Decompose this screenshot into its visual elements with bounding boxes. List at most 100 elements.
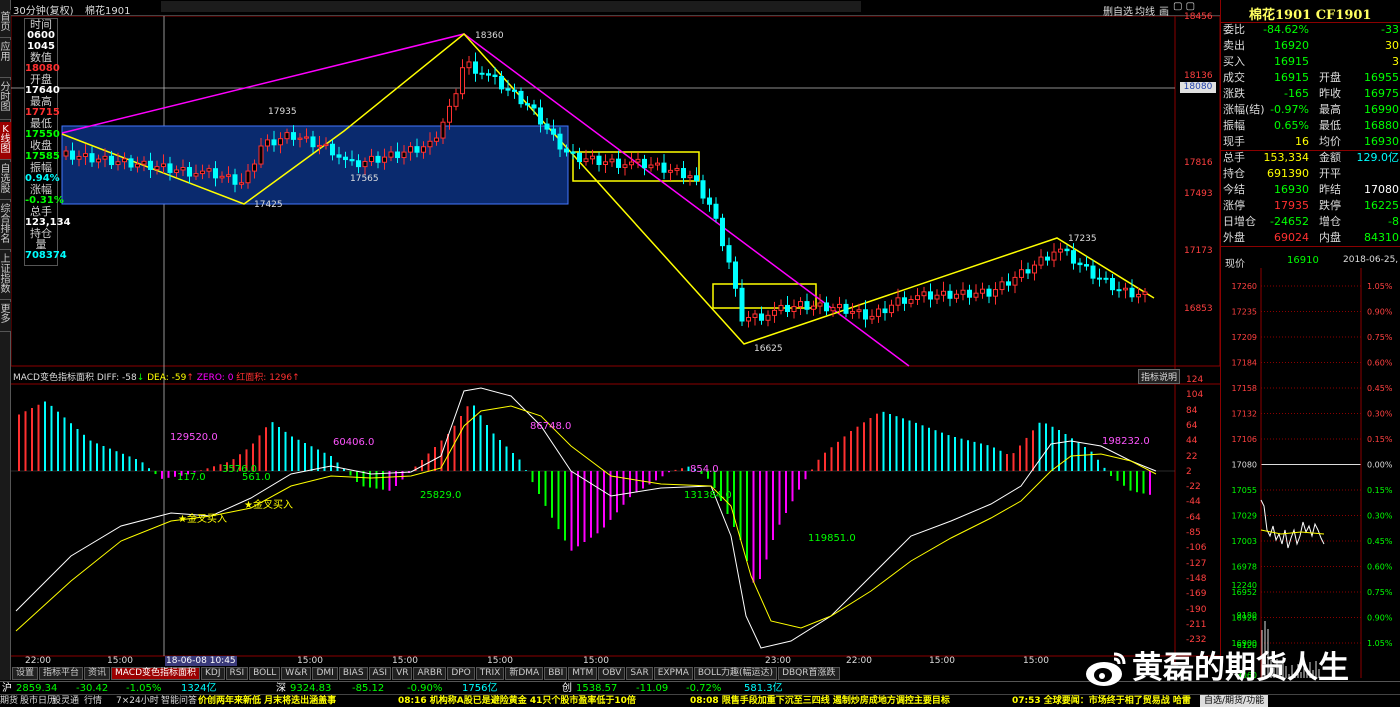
tab-watchlist[interactable]: 自选股 — [0, 162, 11, 200]
indicator-tab[interactable]: 设置 — [12, 667, 39, 680]
time-axis: 22:00 15:00 18-06-08 10:45 15:00 15:00 1… — [11, 656, 1211, 667]
quote-label: 最低 — [1319, 119, 1341, 132]
indicator-tab[interactable]: BBI — [544, 667, 568, 680]
indicator-tab[interactable]: ASI — [368, 667, 392, 680]
macd-area-label: 60406.0 — [333, 437, 375, 448]
mini-left-axis-label: 17158 — [1232, 384, 1257, 393]
indicator-tab[interactable]: MACD变色指标面积 — [111, 667, 201, 680]
candle-body — [427, 140, 433, 148]
news-ticker-item[interactable]: 07:53 全球要闻：市场终于相了贸易战 哈雷 — [1012, 695, 1191, 707]
mini-right-axis-label: 1.05% — [1367, 282, 1393, 291]
candle-body — [1045, 256, 1050, 261]
indicator-tab[interactable]: DPO — [447, 667, 475, 680]
quote-label: 增仓 — [1319, 215, 1341, 228]
indicator-tab[interactable]: W&R — [281, 667, 312, 680]
news-ticker-item[interactable]: 08:16 机构称A股已是避险黄金 41只个股市盈率低于10倍 — [398, 695, 636, 707]
intraday-mini-chart[interactable]: 17260 17235 17209 17184 17158 17132 17106 17080… — [1221, 268, 1400, 678]
info-value: 708374 — [25, 250, 67, 261]
info-label: 时间 — [30, 18, 52, 31]
tab-more[interactable]: 更多 — [0, 302, 11, 332]
indicator-tab[interactable]: DBQR首涨跌 — [778, 667, 840, 680]
tab-apps[interactable]: 应用 — [0, 40, 11, 78]
time-label: 15:00 — [487, 656, 513, 666]
candle-body — [635, 158, 641, 163]
indicator-tab[interactable]: RSI — [225, 667, 249, 680]
indicator-tab[interactable]: EXPMA — [653, 667, 693, 680]
quote-value: -165 — [1284, 87, 1309, 100]
indicator-help-button[interactable]: 指标说明 — [1138, 369, 1181, 384]
candle-body — [1110, 278, 1115, 291]
indicator-tab[interactable]: MTM — [568, 667, 598, 680]
indicator-tab[interactable]: SAR — [626, 667, 653, 680]
indicator-tab[interactable]: BOLL — [249, 667, 281, 680]
status-nav-item[interactable]: 7×24小时 — [116, 695, 159, 707]
candle-body — [980, 288, 985, 294]
candle-body — [694, 175, 699, 182]
tab-kline[interactable]: K线图 — [0, 122, 11, 160]
tab-sh-index[interactable]: 上证指数 — [0, 252, 11, 300]
quote-row: 今结 16930 昨结 17080 — [1223, 182, 1400, 198]
status-nav-item[interactable]: 期货 — [0, 695, 18, 707]
time-label: 22:00 — [846, 656, 872, 666]
candle-body — [798, 301, 803, 308]
tab-timeshare[interactable]: 分时图 — [0, 80, 11, 120]
candle-body — [830, 307, 836, 312]
indicator-tab[interactable]: BOLL力趣(幅运达) — [693, 667, 778, 680]
candle-body — [369, 155, 374, 162]
indicator-tab[interactable]: BIAS — [338, 667, 368, 680]
info-label: 收盘 — [30, 139, 52, 152]
quote-label: 持仓 — [1223, 167, 1245, 180]
quote-label: 涨跌 — [1223, 87, 1245, 100]
quote-row: 振幅 0.65% 最低 16880 — [1223, 118, 1400, 134]
macd-axis-label: -106 — [1186, 543, 1207, 554]
tab-ranking[interactable]: 综合排名 — [0, 202, 11, 250]
macd-axis-label: -127 — [1186, 558, 1207, 569]
indicator-tab[interactable]: 资讯 — [84, 667, 111, 680]
indicator-tab[interactable]: DMI — [312, 667, 338, 680]
quote-divider — [1221, 150, 1400, 151]
indicator-tab[interactable]: VR — [392, 667, 413, 680]
candle-body — [928, 291, 933, 300]
candle-body — [96, 158, 101, 163]
mini-left-axis-label: 17209 — [1232, 333, 1257, 342]
status-nav-item[interactable]: 股灵通 — [52, 695, 79, 707]
candle-body — [681, 168, 686, 179]
indicator-tab[interactable]: KDJ — [201, 667, 225, 680]
candle-body — [83, 153, 88, 157]
candle-body — [115, 161, 121, 166]
candle-body — [343, 156, 348, 161]
indicator-tab[interactable]: ARBR — [413, 667, 447, 680]
candle-body — [512, 89, 517, 92]
candle-body — [863, 309, 868, 320]
status-nav-item[interactable]: 智能问答 — [161, 695, 197, 707]
candle-body — [102, 155, 108, 160]
kline-chart[interactable] — [11, 16, 1220, 666]
candle-body — [876, 308, 881, 317]
tab-home[interactable]: 首页 — [0, 10, 11, 38]
indicator-tab[interactable]: 指标平台 — [39, 667, 84, 680]
quote-label: 昨结 — [1319, 183, 1341, 196]
candle-body — [811, 305, 816, 310]
indicator-tab[interactable]: 新DMA — [505, 667, 544, 680]
status-nav-item[interactable]: 行情 — [84, 695, 102, 707]
quote-row: 涨跌 -165 昨收 16975 — [1223, 86, 1400, 102]
macd-header: MACD变色指标面积 DIFF: -58↓ DEA: -59↑ ZERO: 0 … — [13, 373, 300, 383]
quote-value: 16930 — [1364, 135, 1399, 148]
candle-body — [317, 144, 322, 148]
candle-body — [746, 317, 751, 322]
status-nav-item[interactable]: 股市日历 — [20, 695, 56, 707]
candle-body — [570, 151, 576, 154]
macd-area-label: 198232.0 — [1102, 436, 1150, 447]
toolbar-arrow-icon[interactable]: ▢ ▢ — [1173, 1, 1195, 12]
candle-body — [538, 107, 543, 125]
indicator-tab[interactable]: TRIX — [475, 667, 505, 680]
news-ticker-item[interactable]: 08:08 限售手段加重下沉至三四线 遏制炒房成地方调控主要目标 — [690, 695, 950, 707]
news-ticker-item[interactable]: 价创两年来新低 月末将迭出涵盖事 — [198, 695, 336, 707]
period-label[interactable]: 30分钟(复权) — [13, 2, 74, 17]
candle-body — [499, 76, 504, 90]
macd-axis-label: -64 — [1186, 512, 1201, 523]
candle-body — [297, 137, 303, 140]
indicator-tab[interactable]: OBV — [598, 667, 626, 680]
function-menu-button[interactable]: 自选/期货/功能 — [1200, 695, 1269, 707]
quote-label: 均价 — [1319, 135, 1341, 148]
